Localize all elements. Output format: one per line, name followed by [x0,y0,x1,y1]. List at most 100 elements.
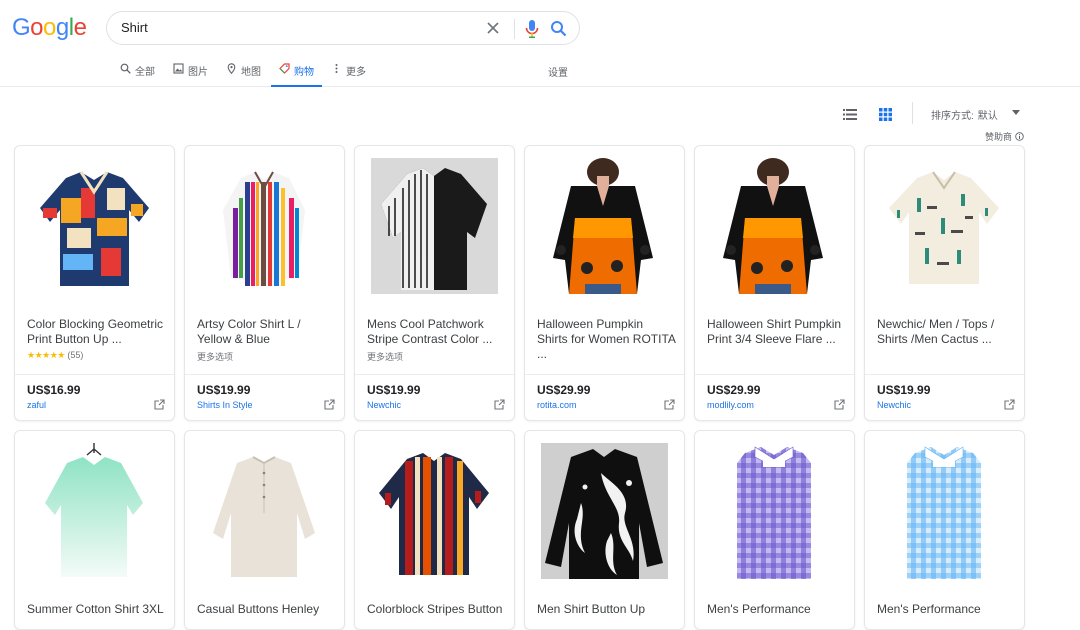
card-divider [695,374,854,375]
product-card[interactable]: Halloween Shirt Pumpkin Print 3/4 Sleeve… [694,145,855,421]
product-card[interactable]: Mens Cool Patchwork Stripe Contrast Colo… [354,145,515,421]
product-card[interactable]: Halloween Pumpkin Shirts for Women ROTIT… [524,145,685,421]
product-image[interactable] [541,443,668,579]
product-card[interactable]: Men's Performance [694,430,855,630]
external-link-icon[interactable] [154,399,165,410]
product-title[interactable]: Mens Cool Patchwork Stripe Contrast Colo… [367,317,507,347]
product-image[interactable] [711,158,838,294]
product-title[interactable]: Halloween Shirt Pumpkin Print 3/4 Sleeve… [707,317,847,347]
product-card[interactable]: Men's Performance [864,430,1025,630]
tab-label: 地图 [241,67,261,78]
card-divider [865,374,1024,375]
search-divider [514,19,515,39]
product-card[interactable]: Casual Buttons Henley [184,430,345,630]
product-title[interactable]: Casual Buttons Henley [197,602,337,617]
merchant-name[interactable]: Newchic [877,400,911,410]
product-image[interactable] [881,158,1008,294]
product-title[interactable]: Color Blocking Geometric Print Button Up… [27,317,167,347]
external-link-icon[interactable] [324,399,335,410]
card-divider [185,374,344,375]
product-image[interactable] [711,443,838,579]
product-title[interactable]: Colorblock Stripes Button [367,602,507,617]
product-image[interactable] [201,443,328,579]
external-link-icon[interactable] [494,399,505,410]
product-title[interactable]: Artsy Color Shirt L / Yellow & Blue [197,317,337,347]
product-card[interactable]: Artsy Color Shirt L / Yellow & Blue 更多选项… [184,145,345,421]
tab-maps[interactable]: 地图 [226,60,261,87]
product-image[interactable] [881,443,1008,579]
search-icon [120,63,131,74]
list-view-icon[interactable] [843,109,857,120]
search-icon[interactable] [550,20,567,37]
more-vert-icon [335,64,338,73]
external-link-icon[interactable] [664,399,675,410]
sponsored-label[interactable]: 赞助商 [985,130,1024,143]
product-price: US$19.99 [197,383,251,397]
product-card[interactable]: Men Shirt Button Up [524,430,685,630]
product-image[interactable] [201,158,328,294]
product-price: US$29.99 [707,383,761,397]
external-link-icon[interactable] [1004,399,1015,410]
tab-label: 全部 [135,67,155,78]
product-image[interactable] [31,443,158,579]
product-title[interactable]: Newchic/ Men / Tops / Shirts /Men Cactus… [877,317,1017,347]
merchant-name[interactable]: modlily.com [707,400,754,410]
product-card[interactable]: Color Blocking Geometric Print Button Up… [14,145,175,421]
caret-down-icon[interactable] [1012,110,1020,116]
toolbar-divider [912,102,913,124]
product-image[interactable] [541,158,668,294]
product-title[interactable]: Men's Performance [707,602,847,617]
product-title[interactable]: Halloween Pumpkin Shirts for Women ROTIT… [537,317,677,362]
tab-label: 图片 [188,67,208,78]
product-price: US$19.99 [367,383,421,397]
tab-label: 更多 [346,67,366,78]
logo-letter: G [12,14,31,41]
tab-shopping[interactable]: 购物 [271,60,322,87]
product-title[interactable]: Men Shirt Button Up [537,602,677,617]
grid-view-icon[interactable] [879,108,892,121]
card-divider [355,374,514,375]
tab-all[interactable]: 全部 [120,60,155,87]
logo-letter: o [30,14,44,41]
star-rating-icon: ★★★★★ [27,350,65,360]
merchant-name[interactable]: Shirts In Style [197,400,253,410]
tab-images[interactable]: 图片 [173,60,208,87]
sort-label: 排序方式: [931,111,974,122]
more-options[interactable]: 更多选项 [367,350,403,363]
google-logo[interactable]: Google [12,14,87,42]
product-price: US$29.99 [537,383,591,397]
card-divider [15,374,174,375]
search-input[interactable] [121,20,471,35]
sort-value: 默认 [977,111,998,122]
more-options[interactable]: 更多选项 [197,350,233,363]
clear-icon[interactable] [485,20,501,36]
product-card[interactable]: Colorblock Stripes Button [354,430,515,630]
logo-letter: o [43,14,56,41]
top-bar: Google 全部 图片 地图 购物 [0,0,1080,87]
product-image[interactable] [371,443,498,579]
product-title[interactable]: Men's Performance [877,602,1017,617]
image-icon [173,63,184,74]
tag-icon [279,63,290,74]
tab-more[interactable]: 更多 [331,60,366,87]
review-count: (55) [67,350,84,360]
merchant-name[interactable]: rotita.com [537,400,577,410]
product-rating: ★★★★★ (55) [27,350,83,361]
sponsored-text: 赞助商 [985,132,1013,142]
merchant-name[interactable]: Newchic [367,400,401,410]
map-pin-icon [227,63,236,74]
product-image[interactable] [31,158,158,294]
microphone-icon[interactable] [524,19,540,39]
product-card[interactable]: Newchic/ Men / Tops / Shirts /Men Cactus… [864,145,1025,421]
product-price: US$19.99 [877,383,931,397]
merchant-name[interactable]: zaful [27,400,46,410]
card-divider [525,374,684,375]
sort-dropdown[interactable]: 排序方式: 默认 [931,107,998,122]
product-title[interactable]: Summer Cotton Shirt 3XL [27,602,167,617]
product-price: US$16.99 [27,383,81,397]
settings-link[interactable]: 设置 [548,64,568,79]
external-link-icon[interactable] [834,399,845,410]
product-card[interactable]: Summer Cotton Shirt 3XL [14,430,175,630]
logo-letter: g [55,14,69,41]
product-image[interactable] [371,158,498,294]
